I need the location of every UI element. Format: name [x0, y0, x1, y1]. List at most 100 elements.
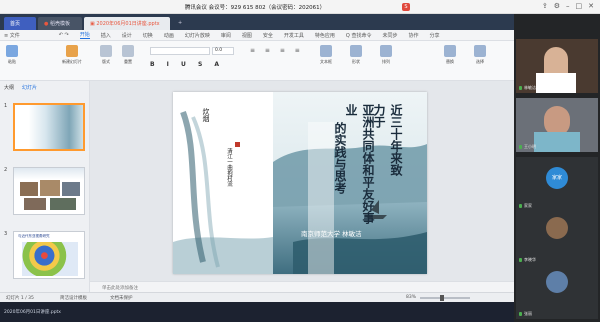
reset-button[interactable]: 重置	[122, 45, 134, 65]
menu-insert[interactable]: 插入	[101, 32, 111, 39]
mic-icon	[519, 312, 522, 316]
menu-design[interactable]: 设计	[122, 32, 132, 39]
tab-home[interactable]: 首页	[4, 17, 36, 30]
slide-number: 2	[4, 167, 8, 173]
slide-thumbnail-2[interactable]	[13, 167, 85, 215]
share-button[interactable]: 分享	[429, 32, 439, 39]
select-icon	[474, 45, 486, 57]
tab-slides[interactable]: 幻灯片	[22, 84, 37, 91]
thumb-photo	[40, 180, 60, 196]
shape-button[interactable]: 形状	[350, 45, 362, 65]
mic-icon	[519, 204, 522, 208]
tab-template[interactable]: ● 稻壳模板	[38, 17, 82, 30]
replace-icon	[444, 45, 456, 57]
menu-special[interactable]: 特色应用	[315, 32, 335, 39]
textbox-button[interactable]: 文本框	[320, 45, 332, 65]
tab-current-document[interactable]: ▣ 2020年06月01日讲座.pptx	[84, 17, 170, 30]
tab-outline[interactable]: 大纲	[4, 84, 14, 91]
replace-button[interactable]: 替换	[444, 45, 456, 65]
thumb-map	[22, 242, 78, 276]
zoom-level[interactable]: 83%	[406, 295, 416, 300]
undo-icon[interactable]: ↶ ↷	[59, 32, 69, 38]
participant-name: 家家	[519, 203, 532, 209]
paragraph-buttons[interactable]: ≡ ≡ ≡ ≡	[250, 47, 304, 54]
menu-slideshow[interactable]: 幻灯片放映	[185, 32, 210, 39]
taskbar: 2020年06月01日讲座.pptx	[0, 302, 514, 322]
font-name-select[interactable]	[150, 47, 210, 55]
participant-tile[interactable]: 张丽	[516, 265, 598, 319]
mic-icon	[519, 145, 522, 149]
menu-view[interactable]: 视图	[242, 32, 252, 39]
zoom-slider-thumb[interactable]	[440, 295, 444, 301]
font-style-buttons[interactable]: B I U S A	[150, 61, 224, 68]
participant-name: 王小明	[519, 144, 536, 150]
participant-name: 林敏洁	[519, 85, 536, 91]
menu-review[interactable]: 审阅	[221, 32, 231, 39]
slide-title-col3: 的实践与思考	[333, 122, 347, 194]
record-icon[interactable]: S	[402, 3, 410, 11]
meeting-title-bar: 腾讯会议 会议号：929 615 802（会议密码：202061） S ⇪ ⚙ …	[0, 0, 600, 14]
sync-status[interactable]: 未同步	[382, 32, 397, 39]
search-command[interactable]: Q 查找命令	[346, 32, 372, 39]
seal-stamp	[235, 142, 240, 147]
font-size-select[interactable]: 0.0	[212, 47, 234, 55]
paste-button[interactable]: 粘贴	[6, 45, 18, 65]
slide-thumbnail-3[interactable]: 与近代东亚视角研究	[13, 231, 85, 279]
menu-security[interactable]: 安全	[263, 32, 273, 39]
settings-icon[interactable]: ⚙	[554, 2, 560, 11]
notes-placeholder: 单击此处添加备注	[102, 286, 138, 291]
menu-transition[interactable]: 切换	[143, 32, 153, 39]
participant-tile[interactable]: 王小明	[516, 98, 598, 152]
calligraphy-poem: 清江一曲抱村流	[226, 148, 232, 187]
slide-number: 1	[4, 103, 8, 109]
participant-name: 李晓华	[519, 257, 536, 263]
select-button[interactable]: 选择	[474, 45, 486, 65]
slide-author: 南京师范大学 林敏洁	[301, 230, 362, 238]
participant-avatar	[546, 217, 568, 239]
arrange-button[interactable]: 排列	[380, 45, 392, 65]
maximize-icon[interactable]: □	[576, 2, 583, 11]
participant-name: 张丽	[519, 311, 532, 317]
participant-avatar	[546, 271, 568, 293]
window-controls: ⇪ ⚙ – □ ✕	[542, 2, 594, 11]
document-tab-bar: 首页 ● 稻壳模板 ▣ 2020年06月01日讲座.pptx +	[0, 14, 514, 30]
taskbar-item[interactable]: 2020年06月01日讲座.pptx	[4, 309, 61, 315]
notes-pane[interactable]: 单击此处添加备注	[90, 281, 514, 292]
meeting-title: 腾讯会议 会议号：929 615 802（会议密码：202061）	[184, 5, 326, 11]
slide-title-col2: 亚洲共同体和平友好事业	[344, 104, 375, 224]
participant-tile[interactable]: 家家 家家	[516, 157, 598, 211]
thumb-photo	[50, 198, 76, 210]
participant-tile[interactable]: 李晓华	[516, 211, 598, 265]
slide-main[interactable]: 近三十年来致力于 亚洲共同体和平友好事业 的实践与思考 南京师范大学 林敏洁 炊…	[173, 92, 427, 274]
new-slide-icon	[66, 45, 78, 57]
layout-icon	[100, 45, 112, 57]
mic-icon	[519, 258, 522, 262]
slide-thumbnail-1[interactable]	[13, 103, 85, 151]
shape-icon	[350, 45, 362, 57]
reset-icon	[122, 45, 134, 57]
participants-panel: 林敏洁 王小明 家家 家家 李晓华 张丽	[514, 14, 600, 322]
layout-button[interactable]: 版式	[100, 45, 112, 65]
slide-canvas: 近三十年来致力于 亚洲共同体和平友好事业 的实践与思考 南京师范大学 林敏洁 炊…	[90, 81, 514, 281]
participant-shirt	[536, 73, 576, 93]
slide-thumbnail-pane: 大纲 幻灯片 1 2 3 与近代东亚视角研究	[0, 81, 90, 301]
thumb-photo	[24, 198, 46, 210]
close-icon[interactable]: ✕	[588, 2, 594, 11]
menu-start[interactable]: 开始	[79, 31, 90, 39]
new-slide-button[interactable]: 新建幻灯片	[62, 45, 82, 65]
menu-developer[interactable]: 开发工具	[284, 32, 304, 39]
zoom-slider[interactable]	[420, 295, 470, 301]
menu-animation[interactable]: 动画	[164, 32, 174, 39]
new-tab-button[interactable]: +	[172, 17, 184, 30]
participant-tile[interactable]: 林敏洁	[516, 39, 598, 93]
menu-file[interactable]: ≡ 文件	[4, 32, 20, 39]
arrange-icon	[380, 45, 392, 57]
slide-number: 3	[4, 231, 8, 237]
minimize-icon[interactable]: –	[566, 2, 570, 11]
mic-icon	[519, 86, 522, 90]
collab-button[interactable]: 协作	[408, 32, 418, 39]
side-pane-tabs: 大纲 幻灯片	[4, 84, 37, 91]
doc-protection[interactable]: 文档未保护	[110, 295, 133, 301]
share-icon[interactable]: ⇪	[542, 2, 548, 11]
status-bar: 幻灯片 1 / 35 简洁设计模板 文档未保护 83%	[0, 292, 514, 302]
